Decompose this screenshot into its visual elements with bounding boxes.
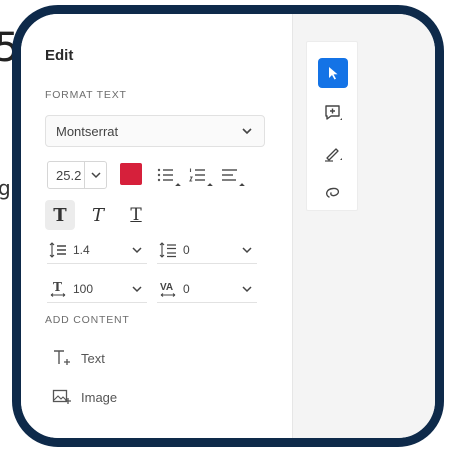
line-height-icon (47, 241, 69, 258)
tracking-field[interactable]: VA 0 (157, 275, 257, 303)
device-frame: Edit FORMAT TEXT Montserrat 25.2 T T T 1… (12, 5, 444, 447)
tracking-value: 0 (183, 281, 190, 296)
add-text-label: Text (81, 350, 105, 366)
add-comment-icon (325, 105, 342, 120)
font-size-field[interactable]: 25.2 (47, 161, 107, 189)
line-height-field[interactable]: 1.4 (47, 236, 147, 264)
add-text-icon (51, 347, 73, 369)
italic-icon: T (91, 204, 104, 226)
align-button[interactable] (219, 164, 245, 189)
draw-icon (325, 148, 342, 162)
caret-icon (175, 183, 181, 189)
font-size-dropdown[interactable] (84, 162, 106, 188)
chevron-down-icon (242, 286, 252, 293)
lasso-tool[interactable] (318, 178, 348, 208)
chevron-down-icon (132, 247, 142, 254)
chevron-down-icon (90, 172, 101, 179)
font-family-select[interactable]: Montserrat (45, 115, 265, 147)
paragraph-spacing-icon (157, 241, 179, 258)
add-text-button[interactable]: Text (51, 347, 105, 369)
add-image-label: Image (81, 389, 118, 405)
add-comment-tool[interactable] (318, 98, 348, 128)
font-family-value: Montserrat (56, 123, 119, 139)
line-height-value: 1.4 (73, 242, 90, 257)
svg-text:VA: VA (160, 282, 173, 293)
edit-panel: Edit FORMAT TEXT Montserrat 25.2 T T T 1… (21, 14, 293, 438)
underline-icon: T (130, 205, 142, 225)
format-text-heading: FORMAT TEXT (45, 89, 127, 101)
bold-icon: T (53, 204, 67, 226)
add-image-icon (51, 386, 73, 408)
numbered-list-icon (189, 168, 205, 182)
paragraph-spacing-value: 0 (183, 242, 190, 257)
tool-rail (306, 41, 358, 211)
chevron-down-icon (242, 128, 252, 135)
character-scale-icon: T (47, 280, 69, 298)
add-content-heading: ADD CONTENT (45, 314, 130, 326)
character-scale-field[interactable]: T 100 (47, 275, 147, 303)
select-tool[interactable] (318, 58, 348, 88)
panel-title: Edit (45, 47, 74, 64)
chevron-down-icon (132, 286, 142, 293)
align-left-icon (222, 169, 237, 181)
svg-text:T: T (53, 280, 62, 294)
paragraph-spacing-field[interactable]: 0 (157, 236, 257, 264)
background-peek-letter: g (0, 176, 11, 200)
bold-button[interactable]: T (45, 200, 75, 230)
underline-button[interactable]: T (121, 200, 151, 230)
numbered-list-button[interactable] (187, 164, 213, 189)
draw-tool[interactable] (318, 138, 348, 168)
font-size-value: 25.2 (56, 167, 82, 183)
character-scale-value: 100 (73, 281, 94, 296)
chevron-down-icon (242, 247, 252, 254)
caret-icon (207, 183, 213, 189)
lasso-icon (325, 187, 340, 198)
bullet-list-button[interactable] (155, 164, 181, 189)
text-color-swatch[interactable] (120, 163, 142, 185)
italic-button[interactable]: T (83, 200, 113, 230)
tracking-icon: VA (157, 280, 179, 298)
add-image-button[interactable]: Image (51, 386, 117, 408)
bullet-list-icon (157, 168, 173, 182)
select-icon (329, 67, 338, 80)
caret-icon (239, 183, 245, 189)
